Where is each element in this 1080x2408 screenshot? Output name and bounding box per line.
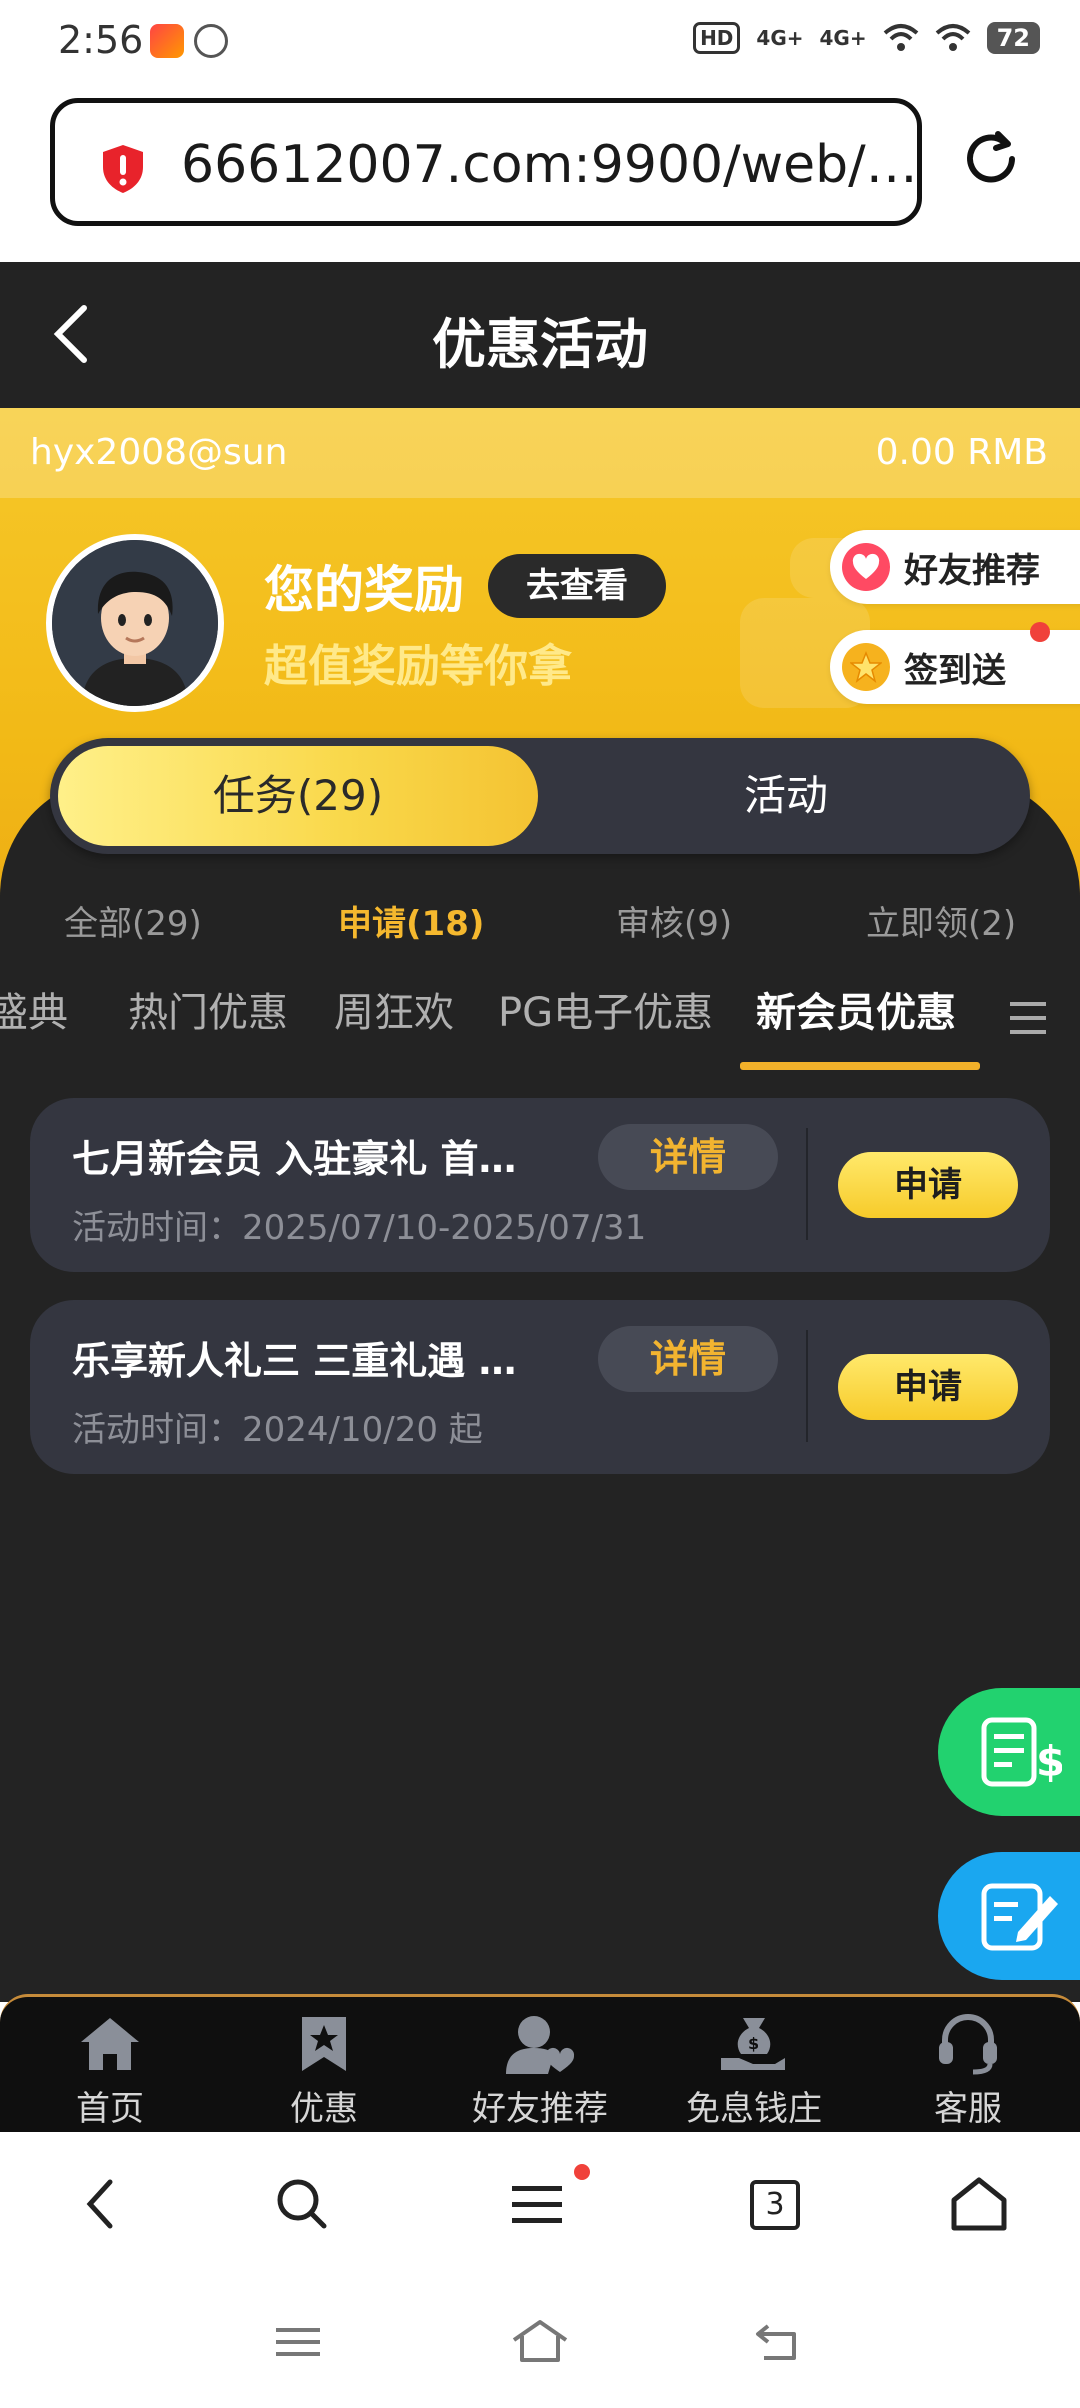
bookmark-star-icon: [302, 2017, 346, 2071]
status-bar: 2:56 HD 4G+ 4G+ 72: [0, 0, 1080, 86]
username: hyx2008@sun: [30, 432, 288, 473]
app-header: 优惠活动: [0, 262, 1080, 408]
promotion-time: 活动时间：2024/10/20 起: [72, 1410, 483, 1450]
shield-warning-icon[interactable]: [99, 143, 147, 195]
svg-text:$: $: [748, 2034, 759, 2053]
detail-button[interactable]: 详情: [598, 1326, 778, 1392]
app-bottom-nav: 首页 优惠 好友推荐 $ 免息钱庄 客服: [0, 1994, 1080, 2132]
pill-label: 好友推荐: [904, 550, 1040, 591]
tab-activities[interactable]: 活动: [550, 746, 1022, 846]
category-tab-hot[interactable]: 热门优惠: [128, 980, 288, 1038]
detail-button[interactable]: 详情: [598, 1124, 778, 1190]
filter-review[interactable]: 审核(9): [616, 896, 732, 945]
nav-label: 免息钱庄: [686, 2089, 822, 2129]
segment-control: 任务(29) 活动: [50, 738, 1030, 854]
nav-home[interactable]: 首页: [20, 2009, 200, 2130]
promotion-time: 活动时间：2025/07/10-2025/07/31: [72, 1208, 647, 1248]
notification-dot: [574, 2164, 590, 2180]
nav-referral[interactable]: 好友推荐: [450, 2009, 630, 2130]
wifi-icon: [883, 24, 918, 51]
view-rewards-button[interactable]: 去查看: [488, 554, 666, 618]
headset-icon: [939, 2014, 997, 2075]
notification-dot: [1030, 622, 1050, 642]
notification-app-icon-2: [194, 24, 228, 58]
reward-title: 您的奖励: [264, 561, 464, 619]
wifi-icon-2: [935, 24, 970, 51]
promotion-title: 乐享新人礼三 三重礼遇 …: [72, 1339, 517, 1383]
heart-icon: [842, 543, 890, 591]
nav-label: 客服: [934, 2089, 1002, 2129]
avatar[interactable]: [46, 534, 224, 712]
browser-toolbar: 3: [0, 2132, 1080, 2282]
category-tab-new-member[interactable]: 新会员优惠: [756, 980, 956, 1038]
status-filters: 全部(29) 申请(18) 审核(9) 立即领(2): [0, 896, 1080, 956]
recent-apps-icon[interactable]: [274, 2322, 322, 2362]
back-nav-icon[interactable]: [754, 2320, 804, 2364]
home-nav-icon[interactable]: [510, 2318, 570, 2364]
menu-icon[interactable]: [1008, 998, 1048, 1038]
search-icon[interactable]: [274, 2176, 330, 2232]
filter-all[interactable]: 全部(29): [64, 896, 202, 945]
url-text[interactable]: 66612007.com:9900/web/…: [181, 135, 918, 195]
nav-label: 优惠: [290, 2089, 358, 2129]
nav-label: 首页: [76, 2089, 144, 2129]
avatar-face-icon: [52, 540, 218, 706]
bill-fab[interactable]: $: [938, 1688, 1080, 1816]
hd-voice-icon: HD: [693, 22, 741, 54]
category-tab-weekly[interactable]: 周狂欢: [334, 980, 454, 1038]
edit-fab[interactable]: [938, 1852, 1080, 1980]
notification-app-icon: [150, 24, 184, 58]
browser-home-icon[interactable]: [950, 2176, 1008, 2232]
friend-referral-pill[interactable]: 好友推荐: [830, 530, 1080, 604]
category-tabs: 盛典 热门优惠 周狂欢 PG电子优惠 新会员优惠: [0, 980, 1000, 1070]
reward-subtitle: 超值奖励等你拿: [264, 641, 572, 692]
balance: 0.00 RMB: [875, 432, 1048, 473]
home-icon: [81, 2018, 139, 2070]
url-bar[interactable]: 66612007.com:9900/web/…: [50, 98, 922, 226]
bill-dollar-icon: $: [981, 1717, 1062, 1787]
svg-text:$: $: [1036, 1737, 1062, 1786]
apply-button[interactable]: 申请: [838, 1152, 1018, 1218]
category-tab-celebration[interactable]: 盛典: [0, 980, 68, 1038]
apply-button[interactable]: 申请: [838, 1354, 1018, 1420]
nav-loan[interactable]: $ 免息钱庄: [664, 2009, 844, 2130]
reload-icon[interactable]: [960, 128, 1022, 190]
menu-lines-icon[interactable]: [510, 2176, 564, 2232]
signal-icon-2: 4G+: [819, 26, 867, 50]
active-tab-underline: [740, 1062, 980, 1070]
promotion-title: 七月新会员 入驻豪礼 首…: [72, 1137, 517, 1181]
filter-claim[interactable]: 立即领(2): [866, 896, 1016, 945]
page-title: 优惠活动: [432, 313, 648, 376]
nav-promotions[interactable]: 优惠: [234, 2009, 414, 2130]
nav-support[interactable]: 客服: [878, 2009, 1058, 2130]
promotion-card[interactable]: 乐享新人礼三 三重礼遇 … 活动时间：2024/10/20 起 详情 申请: [30, 1300, 1050, 1474]
promotion-card[interactable]: 七月新会员 入驻豪礼 首… 活动时间：2025/07/10-2025/07/31…: [30, 1098, 1050, 1272]
pill-label: 签到送: [904, 650, 1006, 691]
browser-back-icon[interactable]: [80, 2176, 120, 2232]
money-bag-hand-icon: $: [721, 2018, 785, 2070]
tab-count-button[interactable]: 3: [750, 2180, 800, 2230]
filter-apply[interactable]: 申请(18): [338, 896, 484, 945]
card-divider: [806, 1128, 808, 1240]
battery-indicator: 72: [986, 22, 1040, 54]
card-divider: [806, 1330, 808, 1442]
signal-icon: 4G+: [756, 26, 804, 50]
system-nav-bar: [0, 2282, 1080, 2408]
status-time: 2:56: [58, 18, 144, 62]
tab-tasks[interactable]: 任务(29): [58, 746, 538, 846]
nav-label: 好友推荐: [472, 2089, 608, 2129]
category-tab-pg[interactable]: PG电子优惠: [498, 980, 713, 1038]
edit-note-icon: [981, 1883, 1058, 1951]
user-heart-icon: [506, 2016, 575, 2074]
star-icon: [842, 643, 890, 691]
